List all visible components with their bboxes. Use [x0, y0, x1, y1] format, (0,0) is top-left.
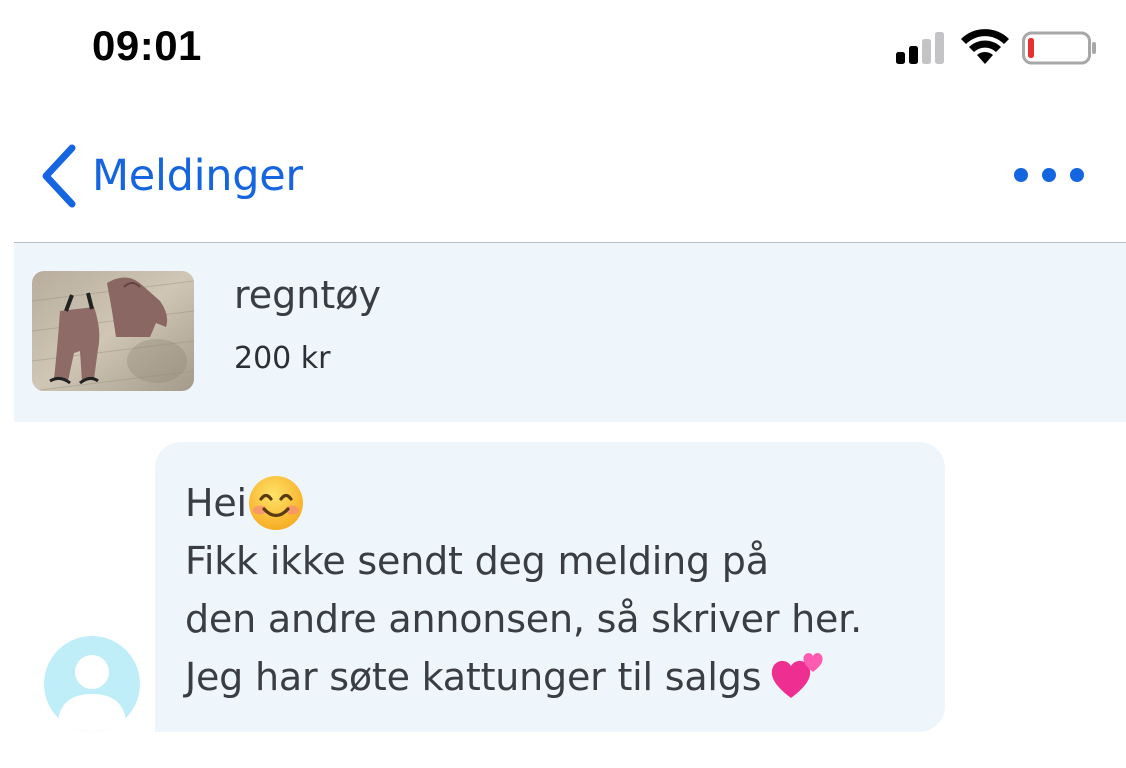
wifi-icon — [961, 29, 1009, 64]
dot — [1070, 168, 1084, 182]
message-line: Hei — [185, 474, 925, 532]
chevron-left-icon — [42, 144, 76, 208]
chat-screen: 09:01 Meldinger regntøy 200 kr Hei Fikk … — [0, 0, 1126, 768]
message-line: Fikk ikke sendt deg melding på — [185, 539, 769, 583]
message-line: den andre annonsen, så skriver her. — [185, 597, 863, 641]
signal-icon — [896, 32, 944, 64]
more-dots-icon[interactable] — [1014, 160, 1084, 190]
back-button[interactable]: Meldinger — [36, 140, 303, 212]
message-text: Hei — [185, 481, 247, 525]
status-time: 09:01 — [92, 22, 202, 69]
smiling-face-icon — [248, 475, 303, 530]
dot — [1042, 168, 1056, 182]
message-line: Jeg har søte kattunger til salgs — [185, 648, 925, 706]
two-hearts-icon — [772, 652, 823, 698]
listing-header[interactable]: regntøy 200 kr — [14, 243, 1126, 422]
sender-avatar[interactable] — [44, 636, 140, 732]
listing-price: 200 kr — [234, 341, 331, 376]
rain-clothes-image — [32, 271, 194, 391]
battery-low-icon — [1022, 31, 1096, 65]
message-text: Jeg har søte kattunger til salgs — [185, 655, 762, 699]
listing-thumbnail[interactable] — [32, 271, 194, 391]
message-bubble: Hei Fikk ikke sendt deg melding på den a… — [155, 442, 945, 732]
listing-title: regntøy — [234, 273, 382, 317]
dot — [1014, 168, 1028, 182]
default-avatar-icon — [58, 655, 126, 732]
back-button-label: Meldinger — [92, 151, 303, 201]
